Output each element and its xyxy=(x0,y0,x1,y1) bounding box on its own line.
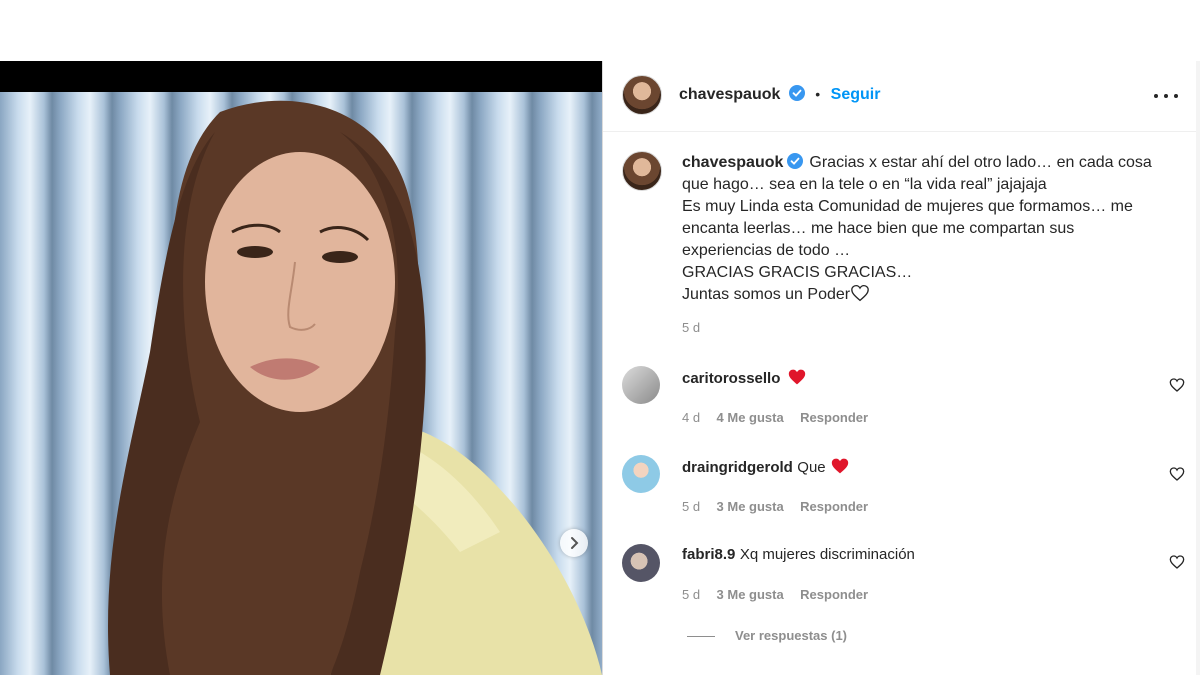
like-comment-heart-icon[interactable] xyxy=(1169,377,1185,393)
post-media[interactable] xyxy=(0,61,602,675)
reply-button[interactable]: Responder xyxy=(800,410,868,425)
comment-likes[interactable]: 3 Me gusta xyxy=(717,587,784,602)
comment-username[interactable]: caritorossello xyxy=(682,370,780,387)
caption-line-6: GRACIAS GRACIS GRACIAS… xyxy=(682,264,913,281)
chevron-right-icon xyxy=(571,537,579,549)
more-dot-icon xyxy=(1164,94,1168,98)
comment-item: fabri8.9 Xq mujeres discriminación xyxy=(682,546,915,564)
more-options-button[interactable] xyxy=(1154,89,1178,103)
comment-text: Que xyxy=(797,459,826,476)
comment-age: 4 d xyxy=(682,410,701,425)
next-photo-button[interactable] xyxy=(560,529,588,557)
comment-username[interactable]: draingridgerold xyxy=(682,459,793,476)
caption-text: Gracias x estar ahí del otro lado… en ca… xyxy=(809,154,1152,171)
like-comment-heart-icon[interactable] xyxy=(1169,554,1185,570)
more-dot-icon xyxy=(1174,94,1178,98)
caption-line-2: que hago… sea en la tele o en “la vida r… xyxy=(682,176,1047,193)
post-photo xyxy=(0,92,602,675)
like-comment-heart-icon[interactable] xyxy=(1169,466,1185,482)
post-header: chavespauok • Seguir xyxy=(603,61,1200,132)
scrollbar[interactable] xyxy=(1196,61,1200,675)
comment-item: draingridgerold Que xyxy=(682,457,850,477)
author-avatar[interactable] xyxy=(622,75,662,115)
caption: chavespauok Gracias x estar ahí del otro … xyxy=(682,152,1182,335)
comment-avatar[interactable] xyxy=(622,544,660,582)
caption-line-1: chavespauok Gracias x estar ahí del otro … xyxy=(682,152,1182,174)
post-side-panel: chavespauok • Seguir chavespauok Gracias … xyxy=(603,61,1200,675)
comment-age: 5 d xyxy=(682,499,701,514)
more-dot-icon xyxy=(1154,94,1158,98)
comment-username[interactable]: fabri8.9 xyxy=(682,546,735,563)
portrait-illustration xyxy=(108,100,602,675)
comment-meta: 4 d 4 Me gusta Responder xyxy=(682,409,868,427)
caption-line-7: Juntas somos un Poder xyxy=(682,284,1182,306)
red-heart-emoji-icon xyxy=(831,458,849,474)
comment-meta: 5 d 3 Me gusta Responder xyxy=(682,498,868,516)
comment-avatar[interactable] xyxy=(622,455,660,493)
separator-dot: • xyxy=(815,86,821,102)
verified-badge-icon xyxy=(788,85,805,101)
comment-text: Xq mujeres discriminación xyxy=(739,546,915,563)
reply-button[interactable]: Responder xyxy=(800,587,868,602)
caption-line-5: experiencias de todo … xyxy=(682,242,851,259)
caption-age: 5 d xyxy=(682,320,701,335)
follow-button[interactable]: Seguir xyxy=(831,86,881,103)
comment-avatar[interactable] xyxy=(622,366,660,404)
caption-author-avatar[interactable] xyxy=(622,151,662,191)
comment-likes[interactable]: 3 Me gusta xyxy=(717,499,784,514)
reply-button[interactable]: Responder xyxy=(800,499,868,514)
comment-likes[interactable]: 4 Me gusta xyxy=(717,410,784,425)
author-username[interactable]: chavespauok xyxy=(679,86,780,103)
caption-author[interactable]: chavespauok xyxy=(682,154,783,171)
comment-age: 5 d xyxy=(682,587,701,602)
replies-divider-line xyxy=(687,636,715,637)
red-heart-emoji-icon xyxy=(788,369,806,385)
caption-text: Juntas somos un Poder xyxy=(682,286,851,303)
verified-badge-icon xyxy=(787,153,804,169)
white-heart-emoji-icon xyxy=(851,284,869,302)
view-replies-button[interactable]: Ver respuestas (1) xyxy=(735,628,847,643)
comment-item: caritorossello xyxy=(682,368,807,388)
caption-line-3: Es muy Linda esta Comunidad de mujeres q… xyxy=(682,198,1133,215)
comment-meta: 5 d 3 Me gusta Responder xyxy=(682,586,868,604)
caption-line-4: encanta leerlas… me hace bien que me com… xyxy=(682,220,1075,237)
